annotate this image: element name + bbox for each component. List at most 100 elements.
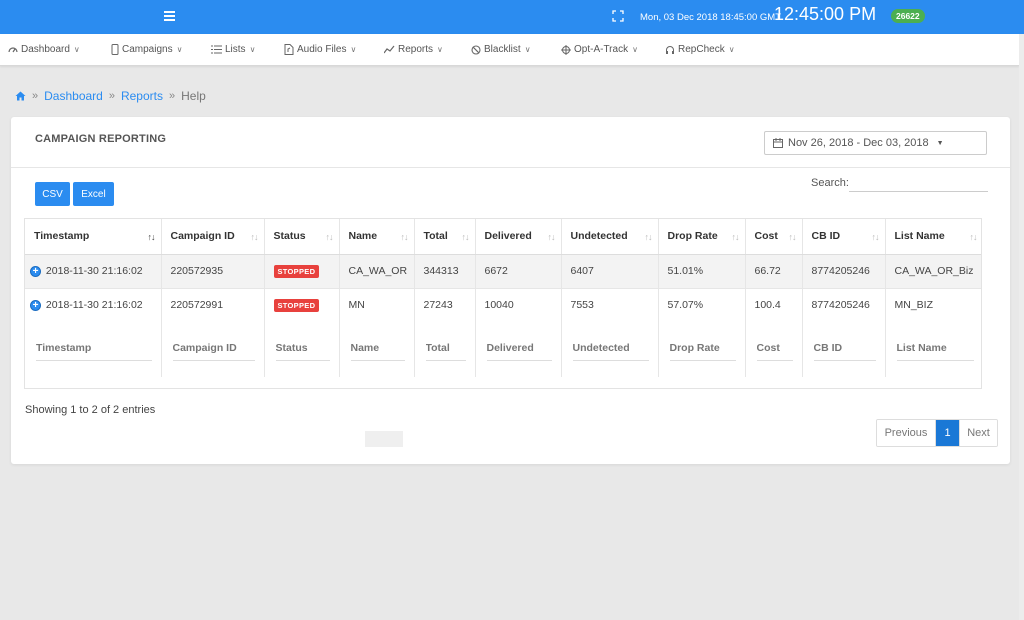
col-header-timestamp[interactable]: Timestamp ↑↓ [25, 219, 162, 255]
filter-row [25, 322, 981, 377]
breadcrumb-separator: » [169, 90, 176, 102]
table-row[interactable]: + 2018-11-30 21:16:02 220572935 STOPPED … [25, 254, 981, 289]
export-csv-button[interactable]: CSV [35, 182, 70, 206]
sort-desc-icon: ↑↓ [147, 232, 156, 242]
filter-delivered-input[interactable] [486, 338, 552, 361]
table-horizontal-scrollbar[interactable] [365, 431, 403, 447]
filter-timestamp-input[interactable] [36, 338, 152, 361]
status-badge: STOPPED [273, 298, 320, 312]
table-row[interactable]: + 2018-11-30 21:16:02 220572991 STOPPED … [25, 288, 981, 322]
filter-cell [745, 322, 803, 377]
date-range-picker[interactable]: Nov 26, 2018 - Dec 03, 2018 ▼ [764, 131, 987, 155]
cell-status: STOPPED [264, 288, 340, 322]
campaign-reporting-panel: CAMPAIGN REPORTING Nov 26, 2018 - Dec 03… [11, 117, 1010, 464]
nav-lists[interactable]: Lists ∨ [211, 44, 255, 55]
breadcrumb-dashboard[interactable]: Dashboard [44, 89, 103, 103]
breadcrumb-reports[interactable]: Reports [121, 89, 163, 103]
filter-status-input[interactable] [275, 338, 330, 361]
nav-reports-label: Reports [398, 44, 434, 55]
col-header-drop-rate[interactable]: Drop Rate ↑↓ [658, 219, 746, 255]
page-scrollbar[interactable] [1019, 34, 1024, 620]
filter-cell [414, 322, 476, 377]
nav-opt-a-track[interactable]: Opt-A-Track ∨ [561, 44, 638, 55]
nav-repcheck[interactable]: RepCheck ∨ [665, 44, 735, 55]
breadcrumb-current: Help [181, 89, 206, 103]
cell-total: 344313 [414, 254, 476, 289]
filter-total-input[interactable] [425, 338, 466, 361]
filter-name-input[interactable] [350, 338, 405, 361]
pagination-page-1[interactable]: 1 [936, 420, 959, 446]
sort-icon: ↑↓ [461, 232, 470, 242]
filter-cell [264, 322, 340, 377]
col-header-total[interactable]: Total ↑↓ [414, 219, 476, 255]
expand-row-icon[interactable]: + [30, 265, 41, 277]
col-header-delivered[interactable]: Delivered ↑↓ [475, 219, 562, 255]
nav-dashboard-label: Dashboard [21, 44, 70, 55]
nav-repcheck-label: RepCheck [678, 44, 725, 55]
cell-timestamp: + 2018-11-30 21:16:02 [25, 288, 162, 322]
nav-opt-a-track-label: Opt-A-Track [574, 44, 629, 55]
filter-cell [161, 322, 265, 377]
audio-file-icon [284, 44, 294, 55]
cell-timestamp: + 2018-11-30 21:16:02 [25, 254, 162, 289]
expand-row-icon[interactable]: + [30, 299, 41, 311]
search-input[interactable] [849, 175, 988, 192]
col-header-status[interactable]: Status ↑↓ [264, 219, 340, 255]
filter-cb-id-input[interactable] [813, 338, 876, 361]
cell-cost: 100.4 [745, 288, 803, 322]
fullscreen-icon[interactable] [612, 10, 624, 22]
nav-dashboard[interactable]: Dashboard ∨ [8, 44, 80, 55]
sort-icon: ↑↓ [325, 232, 334, 242]
pagination-next-button[interactable]: Next [959, 420, 997, 446]
filter-cell [658, 322, 746, 377]
top-bar: Mon, 03 Dec 2018 18:45:00 GMT 12:45:00 P… [0, 0, 1024, 34]
nav-campaigns-label: Campaigns [122, 44, 173, 55]
nav-lists-label: Lists [225, 44, 246, 55]
main-nav: Dashboard ∨ Campaigns ∨ Lists ∨ Audio Files… [0, 34, 1019, 66]
cell-cost: 66.72 [745, 254, 803, 289]
col-header-label: Campaign ID [170, 230, 235, 243]
filter-cell [475, 322, 562, 377]
campaign-table-container: Timestamp ↑↓ Campaign ID ↑↓ Status ↑↓ Name ↑… [24, 218, 982, 389]
nav-reports[interactable]: Reports ∨ [384, 44, 443, 55]
nav-campaigns[interactable]: Campaigns ∨ [111, 44, 182, 55]
filter-drop-rate-input[interactable] [669, 338, 736, 361]
export-excel-button[interactable]: Excel [73, 182, 114, 206]
status-badge: STOPPED [273, 264, 320, 278]
col-header-label: CB ID [811, 230, 841, 243]
nav-audio-files[interactable]: Audio Files ∨ [284, 44, 356, 55]
filter-campaign-id-input[interactable] [172, 338, 255, 361]
cell-campaign-id: 220572935 [161, 254, 265, 289]
col-header-label: Total [423, 230, 448, 243]
col-header-list-name[interactable]: List Name ↑↓ [885, 219, 981, 255]
cell-undetected: 6407 [561, 254, 659, 289]
col-header-cb-id[interactable]: CB ID ↑↓ [802, 219, 886, 255]
col-header-campaign-id[interactable]: Campaign ID ↑↓ [161, 219, 265, 255]
cell-total: 27243 [414, 288, 476, 322]
col-header-name[interactable]: Name ↑↓ [339, 219, 415, 255]
filter-cell [25, 322, 162, 377]
filter-cost-input[interactable] [756, 338, 793, 361]
col-header-label: List Name [894, 230, 945, 243]
list-icon [211, 45, 222, 54]
chart-line-icon [384, 45, 395, 54]
pagination: Previous 1 Next [876, 419, 998, 447]
col-header-cost[interactable]: Cost ↑↓ [745, 219, 803, 255]
hamburger-menu-icon[interactable] [164, 11, 175, 21]
pagination-previous-button[interactable]: Previous [877, 420, 936, 446]
home-icon[interactable] [15, 91, 26, 101]
cell-list-name: CA_WA_OR_Biz [885, 254, 981, 289]
calendar-icon [773, 138, 783, 148]
date-range-value: Nov 26, 2018 - Dec 03, 2018 [788, 137, 929, 149]
table-header-row: Timestamp ↑↓ Campaign ID ↑↓ Status ↑↓ Name ↑… [25, 219, 981, 255]
filter-undetected-input[interactable] [572, 338, 649, 361]
panel-divider [11, 167, 1010, 168]
breadcrumb: » Dashboard » Reports » Help [15, 89, 206, 103]
search-label: Search: [811, 177, 849, 189]
chevron-down-icon: ∨ [249, 45, 256, 54]
nav-blacklist[interactable]: Blacklist ∨ [471, 44, 531, 55]
cell-campaign-id: 220572991 [161, 288, 265, 322]
sort-icon: ↑↓ [731, 232, 740, 242]
filter-list-name-input[interactable] [896, 338, 974, 361]
col-header-undetected[interactable]: Undetected ↑↓ [561, 219, 659, 255]
